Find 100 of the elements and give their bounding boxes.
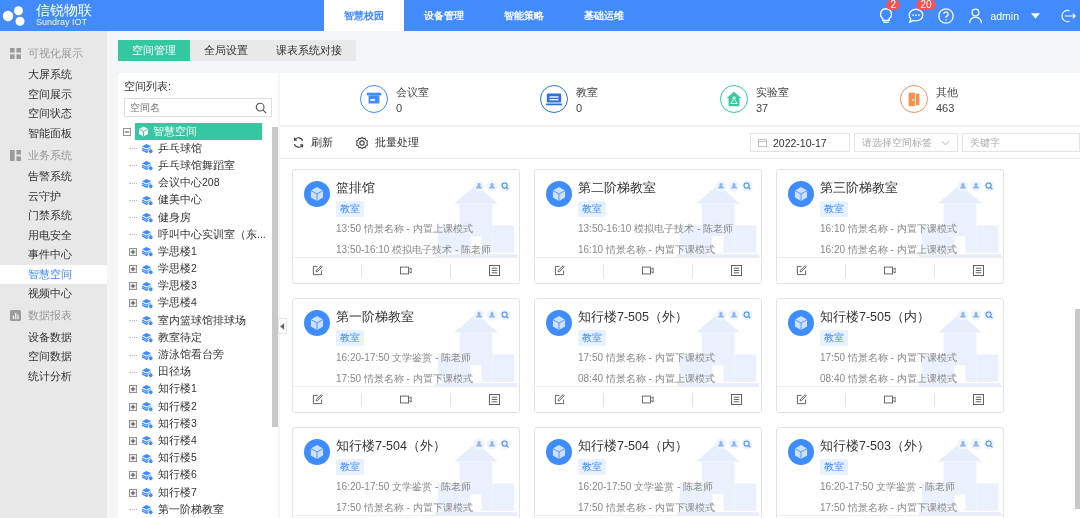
tree-node[interactable]: 学思楼3 (141, 277, 201, 295)
list-icon[interactable] (731, 394, 742, 405)
expand-icon[interactable] (129, 385, 137, 394)
tree-node[interactable]: 知行楼1 (141, 380, 201, 398)
tree-node[interactable]: 游泳馆看台旁 (141, 346, 228, 364)
people-icon[interactable] (970, 438, 982, 450)
tree-node[interactable]: 健美中心 (141, 191, 206, 209)
people-icon[interactable] (728, 438, 740, 450)
expand-icon[interactable] (129, 436, 137, 445)
sidebar-item[interactable]: 告警系统 (0, 167, 107, 187)
people-icon[interactable] (957, 309, 969, 321)
zoom-icon[interactable] (741, 309, 753, 321)
tree-node[interactable]: 会议中心208 (141, 174, 224, 192)
sidebar-item[interactable]: 云守护 (0, 186, 107, 206)
sidebar-item[interactable]: 大屏系统 (0, 65, 107, 85)
date-field[interactable]: 2022-10-17 (750, 133, 850, 152)
caret-icon[interactable] (1031, 12, 1040, 19)
people-icon[interactable] (715, 309, 727, 321)
people-icon[interactable] (970, 309, 982, 321)
list-icon[interactable] (489, 394, 500, 405)
tree-node[interactable]: 知行楼3 (141, 415, 201, 433)
people-icon[interactable] (728, 309, 740, 321)
tree-node[interactable]: 知行楼4 (141, 432, 201, 450)
expand-icon[interactable] (129, 419, 137, 428)
chat-icon[interactable] (907, 6, 926, 25)
tree-node[interactable]: 乒乓球馆 (141, 140, 206, 158)
batch-button[interactable]: 批量处理 (355, 135, 441, 150)
expand-icon[interactable] (129, 299, 137, 308)
tree-node[interactable]: 健身房 (141, 209, 195, 227)
tree-node[interactable]: 知行楼5 (141, 449, 201, 467)
people-icon[interactable] (473, 309, 485, 321)
list-icon[interactable] (973, 394, 984, 405)
sidebar-item[interactable]: 用电安全 (0, 225, 107, 245)
zoom-icon[interactable] (499, 180, 511, 192)
edit-icon[interactable] (312, 394, 323, 405)
video-icon[interactable] (642, 266, 654, 275)
collapse-handle[interactable] (278, 318, 287, 334)
sidebar-item[interactable]: 设备数据 (0, 327, 107, 347)
list-icon[interactable] (731, 265, 742, 276)
room-card[interactable]: 知行楼7-504（内） 教室 16:20-17:50 文学鉴赏 - 陈老师 17:50 情景名称 - 内置下课模式 (534, 427, 762, 518)
zoom-icon[interactable] (983, 438, 995, 450)
scrollbar[interactable] (1075, 309, 1080, 509)
caret-icon[interactable] (280, 322, 285, 330)
room-card[interactable]: 知行楼7-505（外） 教室 17:50 情景名称 - 内置下课模式 08:40 情景名称 - 内置上课模式 (534, 298, 762, 413)
tree-node[interactable]: 田径场 (141, 363, 195, 381)
edit-icon[interactable] (312, 265, 323, 276)
tree-node[interactable]: 室内篮球馆排球场 (141, 312, 250, 330)
zoom-icon[interactable] (499, 309, 511, 321)
video-icon[interactable] (884, 266, 896, 275)
user-icon[interactable] (967, 7, 985, 24)
people-icon[interactable] (715, 438, 727, 450)
room-card[interactable]: 知行楼7-505（内） 教室 17:50 情景名称 - 内置下课模式 08:40 情景名称 - 内置上课模式 (776, 298, 1004, 413)
expand-icon[interactable] (129, 488, 137, 497)
refresh-button[interactable]: 刷新 (292, 135, 355, 150)
tab[interactable]: 全局设置 (190, 40, 262, 61)
people-icon[interactable] (728, 180, 740, 192)
gear-icon[interactable] (355, 135, 369, 150)
room-card[interactable]: 第三阶梯教室 教室 16:10 情景名称 - 内置下课模式 16:20 情景名称 - 内置上课模式 (776, 169, 1004, 284)
keyword-field[interactable]: 关键字 (962, 133, 1080, 152)
expand-icon[interactable] (129, 402, 137, 411)
tree-node[interactable]: 学思楼4 (141, 294, 201, 312)
expand-icon[interactable] (129, 247, 137, 256)
zoom-icon[interactable] (983, 180, 995, 192)
people-icon[interactable] (473, 438, 485, 450)
people-icon[interactable] (486, 180, 498, 192)
people-icon[interactable] (957, 180, 969, 192)
list-icon[interactable] (489, 265, 500, 276)
sidebar-item[interactable]: 空间状态 (0, 104, 107, 124)
search-field[interactable]: 空间名 (124, 98, 272, 117)
expand-icon[interactable] (129, 282, 137, 291)
sidebar-item[interactable]: 视频中心 (0, 284, 107, 304)
room-card[interactable]: 篮排馆 教室 13:50 情景名称 - 内置上课模式 13:50-16:10 模拟电子技术 - 陈老师 (292, 169, 520, 284)
expand-icon[interactable] (129, 265, 137, 274)
tree-node[interactable]: 呼叫中心实训室（东... (141, 226, 270, 244)
expand-icon[interactable] (129, 454, 137, 463)
tab[interactable]: 课表系统对接 (262, 40, 356, 61)
people-icon[interactable] (715, 180, 727, 192)
people-icon[interactable] (486, 309, 498, 321)
room-card[interactable]: 知行楼7-503（外） 教室 16:20-17:50 文学鉴赏 - 陈老师 17:50 情景名称 - 内置下课模式 (776, 427, 1004, 518)
tree-node[interactable]: 学思楼1 (141, 243, 201, 261)
video-icon[interactable] (400, 266, 412, 275)
video-icon[interactable] (400, 395, 412, 404)
tree-node[interactable]: 知行楼2 (141, 398, 201, 416)
people-icon[interactable] (473, 180, 485, 192)
zoom-icon[interactable] (741, 180, 753, 192)
people-icon[interactable] (957, 438, 969, 450)
sidebar-item[interactable]: 空间展示 (0, 84, 107, 104)
edit-icon[interactable] (554, 265, 565, 276)
sidebar-item[interactable]: 事件中心 (0, 245, 107, 265)
video-icon[interactable] (884, 395, 896, 404)
sidebar-item[interactable]: 空间数据 (0, 347, 107, 367)
search-icon[interactable] (255, 101, 267, 114)
edit-icon[interactable] (796, 265, 807, 276)
refresh-icon[interactable] (292, 136, 305, 149)
tree-node[interactable]: 知行楼7 (141, 484, 201, 502)
collapse-icon[interactable] (123, 127, 131, 136)
edit-icon[interactable] (554, 394, 565, 405)
tree-node[interactable]: 知行楼6 (141, 466, 201, 484)
zoom-icon[interactable] (499, 438, 511, 450)
expand-icon[interactable] (129, 471, 137, 480)
